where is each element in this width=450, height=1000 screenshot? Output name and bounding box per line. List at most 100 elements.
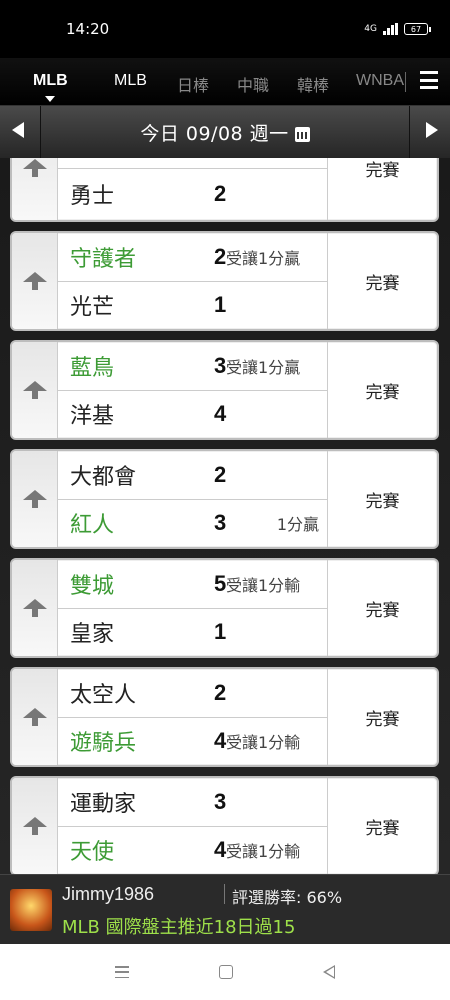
team-name: 大都會 [70, 464, 137, 490]
spread-result: 受讓1分輸 [226, 842, 301, 862]
team-score: 2 [214, 243, 227, 269]
away-team-row: 運動家 3 [58, 778, 327, 826]
teams-cell: 雙城 5 受讓1分輸 皇家 1 [58, 560, 328, 656]
next-day-icon[interactable] [426, 122, 438, 138]
game-status: 完賽 [365, 709, 400, 730]
home-team-row: 光芒 1 [58, 280, 327, 330]
home-team-row: 勇士 2 [58, 167, 327, 221]
team-score: 4 [214, 837, 227, 863]
status-time: 14:20 [66, 20, 110, 38]
team-name: 雙城 [70, 573, 115, 599]
team-name: 藍鳥 [70, 355, 115, 381]
away-team-row: 雙城 5 受讓1分輸 [58, 560, 327, 608]
game-card[interactable]: 太空人 2 遊騎兵 4 受讓1分輸 完賽 [10, 667, 439, 767]
away-team-row: 大都會 2 [58, 451, 327, 499]
team-name: 守護者 [70, 246, 137, 272]
game-card[interactable]: 守護者 2 受讓1分贏 光芒 1 完賽 [10, 231, 439, 331]
game-card[interactable]: 雙城 5 受讓1分輸 皇家 1 完賽 [10, 558, 439, 658]
prev-day-icon[interactable] [12, 122, 24, 138]
up-arrow-icon [22, 159, 47, 177]
home-team-row: 皇家 1 [58, 607, 327, 657]
teams-cell: 藍鳥 3 受讓1分贏 洋基 4 [58, 342, 328, 438]
game-card[interactable]: 大都會 2 紅人 3 1分贏 完賽 [10, 449, 439, 549]
teams-cell: 守護者 2 受讓1分贏 光芒 1 [58, 233, 328, 329]
teams-cell: 勇士 2 [58, 158, 328, 220]
card-arrow-cell[interactable] [12, 669, 58, 765]
back-icon[interactable] [323, 965, 335, 979]
recent-apps-icon[interactable] [115, 966, 129, 978]
game-status: 完賽 [365, 160, 400, 181]
home-team-row: 遊騎兵 4 受讓1分輸 [58, 716, 327, 766]
team-name: 運動家 [70, 791, 137, 817]
away-team-row [58, 158, 327, 168]
game-card[interactable]: 運動家 3 天使 4 受讓1分輸 完賽 [10, 776, 439, 874]
tab-cpbl[interactable]: 中職 [237, 72, 269, 96]
up-arrow-icon [22, 817, 47, 835]
card-arrow-cell[interactable] [12, 233, 58, 329]
card-arrow-cell[interactable] [12, 451, 58, 547]
team-score: 3 [214, 510, 227, 536]
team-score: 3 [214, 352, 227, 378]
card-arrow-cell[interactable] [12, 778, 58, 874]
spread-result: 受讓1分輸 [226, 575, 301, 595]
game-status: 完賽 [365, 600, 400, 621]
date-divider-right [409, 106, 410, 158]
signal-icon [383, 23, 398, 35]
league-tab-bar: MLB MLB 日棒 中職 韓棒 WNBA [0, 58, 450, 106]
tab-mlb[interactable]: MLB [114, 72, 147, 90]
team-score: 3 [214, 788, 227, 814]
game-list[interactable]: 勇士 2 完賽 守護者 2 受讓1分贏 光芒 1 完賽 藍鳥 3 受讓1分贏 洋… [0, 158, 450, 874]
spread-result: 受讓1分輸 [226, 733, 301, 753]
spread-result: 受讓1分贏 [226, 248, 301, 268]
card-arrow-cell[interactable] [12, 560, 58, 656]
team-name: 紅人 [70, 513, 115, 539]
away-team-row: 藍鳥 3 受讓1分贏 [58, 342, 327, 390]
home-team-row: 天使 4 受讓1分輸 [58, 825, 327, 875]
game-status: 完賽 [365, 818, 400, 839]
team-score: 5 [214, 570, 227, 596]
spread-result: 受讓1分贏 [226, 357, 301, 377]
team-name: 勇士 [70, 184, 115, 210]
status-icons: 4G 67 [364, 23, 431, 35]
promo-username: Jimmy1986 [62, 884, 155, 904]
system-nav-bar [0, 944, 450, 1000]
promo-divider [224, 884, 225, 904]
game-card[interactable]: 藍鳥 3 受讓1分贏 洋基 4 完賽 [10, 340, 439, 440]
up-arrow-icon [22, 599, 47, 617]
date-bar: 今日 09/08 週一 [0, 106, 450, 158]
teams-cell: 運動家 3 天使 4 受讓1分輸 [58, 778, 328, 874]
team-score: 2 [214, 461, 227, 487]
tab-divider [405, 72, 406, 92]
home-icon[interactable] [219, 965, 233, 979]
tab-mlb-featured[interactable]: MLB [33, 72, 68, 90]
spread-result: 1分贏 [276, 515, 319, 535]
network-label: 4G [364, 24, 377, 34]
calendar-icon [294, 126, 310, 142]
status-bar: 14:20 4G 67 [0, 0, 450, 58]
card-arrow-cell[interactable] [12, 342, 58, 438]
team-score: 1 [214, 292, 227, 318]
promo-banner[interactable]: Jimmy1986 評選勝率: 66% MLB 國際盤主推近18日過15 [0, 874, 450, 944]
tab-kbo[interactable]: 韓棒 [297, 72, 329, 96]
team-name: 遊騎兵 [70, 731, 137, 757]
team-name: 洋基 [70, 404, 115, 430]
date-divider-left [40, 106, 41, 158]
game-status: 完賽 [365, 491, 400, 512]
team-score: 2 [214, 679, 227, 705]
team-score: 2 [214, 181, 227, 207]
team-name: 太空人 [70, 682, 137, 708]
menu-icon[interactable] [420, 71, 438, 89]
game-status: 完賽 [365, 382, 400, 403]
battery-icon: 67 [404, 23, 431, 35]
promo-win-rate: 評選勝率: 66% [232, 888, 343, 907]
tab-npb[interactable]: 日棒 [177, 72, 209, 96]
card-arrow-cell[interactable] [12, 158, 58, 220]
date-label: 今日 09/08 週一 [140, 122, 289, 145]
up-arrow-icon [22, 272, 47, 290]
game-card[interactable]: 勇士 2 完賽 [10, 158, 439, 222]
up-arrow-icon [22, 381, 47, 399]
active-tab-caret-icon [45, 96, 55, 102]
tab-wnba[interactable]: WNBA [356, 72, 404, 90]
team-name: 天使 [70, 840, 115, 866]
date-selector[interactable]: 今日 09/08 週一 [140, 119, 310, 146]
